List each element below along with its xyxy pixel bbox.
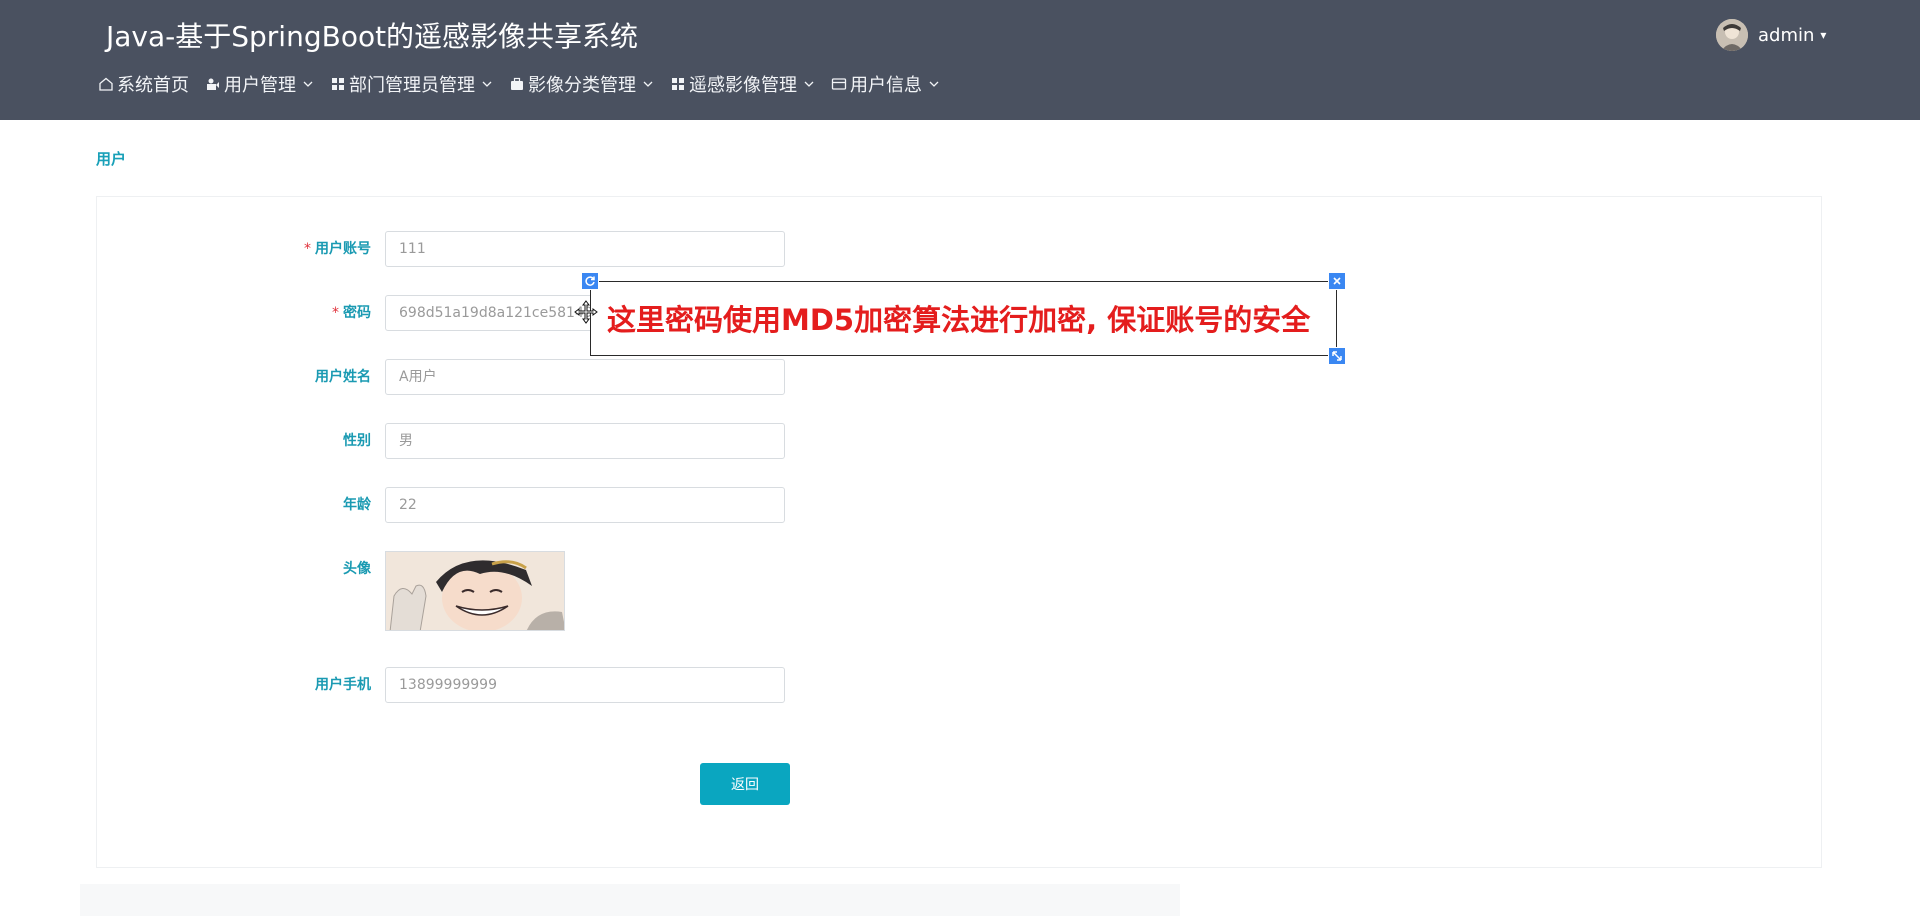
nav-item-label: 部门管理员管理 <box>349 75 475 96</box>
move-cursor-icon <box>574 300 598 324</box>
chevron-down-icon <box>482 81 492 87</box>
nav-item-label: 用户管理 <box>224 75 296 96</box>
card-icon <box>831 78 847 90</box>
field-label: 用户手机 <box>315 677 371 693</box>
field-label: 性别 <box>343 433 371 449</box>
main-nav: 系统首页 用户管理 部门管理员管理 影像分类管理 遥感影像管理 用户信息 <box>98 70 956 98</box>
briefcase-icon <box>511 77 523 90</box>
grid-icon <box>332 78 344 90</box>
caret-down-icon[interactable]: ▾ <box>1820 28 1826 42</box>
user-name[interactable]: admin <box>1758 25 1814 46</box>
nav-item-dept-admin-management[interactable]: 部门管理员管理 <box>330 71 493 97</box>
form-row-gender: 性别 男 <box>97 423 1821 459</box>
user-menu[interactable]: admin ▾ <box>1716 18 1826 52</box>
nav-item-user-management[interactable]: 用户管理 <box>205 71 314 97</box>
field-label: 用户姓名 <box>315 369 371 385</box>
resize-icon[interactable] <box>1328 347 1346 365</box>
nav-item-label: 遥感影像管理 <box>689 75 797 96</box>
annotation-textbox[interactable]: 这里密码使用MD5加密算法进行加密, 保证账号的安全 <box>581 272 1346 365</box>
nav-item-remote-image-management[interactable]: 遥感影像管理 <box>670 71 815 97</box>
form-row-account: * 用户账号 111 <box>97 231 1821 267</box>
account-field[interactable]: 111 <box>385 231 785 267</box>
field-label: * 用户账号 <box>304 241 371 257</box>
required-mark: * <box>332 305 339 321</box>
grid-icon <box>672 78 684 90</box>
form-row-phone: 用户手机 13899999999 <box>97 667 1821 703</box>
age-field[interactable]: 22 <box>385 487 785 523</box>
nav-item-user-info[interactable]: 用户信息 <box>831 71 940 97</box>
rotate-icon[interactable] <box>581 272 599 290</box>
back-button[interactable]: 返回 <box>700 763 790 805</box>
nav-item-home[interactable]: 系统首页 <box>98 71 189 97</box>
chevron-down-icon <box>804 81 814 87</box>
user-icon <box>207 78 219 90</box>
annotation-text[interactable]: 这里密码使用MD5加密算法进行加密, 保证账号的安全 <box>607 297 1310 339</box>
avatar[interactable] <box>1716 19 1748 51</box>
field-label: 头像 <box>343 561 371 577</box>
field-label: * 密码 <box>332 305 371 321</box>
nav-item-label: 系统首页 <box>117 75 189 96</box>
form-row-name: 用户姓名 A用户 <box>97 359 1821 395</box>
nav-item-label: 影像分类管理 <box>528 75 636 96</box>
chevron-down-icon <box>303 81 313 87</box>
gender-field[interactable]: 男 <box>385 423 785 459</box>
home-icon <box>99 77 113 91</box>
field-label: 年龄 <box>343 497 371 513</box>
form-row-age: 年龄 22 <box>97 487 1821 523</box>
chevron-down-icon <box>929 81 939 87</box>
chevron-down-icon <box>643 81 653 87</box>
top-header: Java-基于SpringBoot的遥感影像共享系统 admin ▾ 系统首页 <box>0 0 1920 120</box>
nav-item-label: 用户信息 <box>850 75 922 96</box>
name-field[interactable]: A用户 <box>385 359 785 395</box>
breadcrumb[interactable]: 用户 <box>96 148 126 169</box>
app-title: Java-基于SpringBoot的遥感影像共享系统 <box>106 20 639 53</box>
required-mark: * <box>304 241 311 257</box>
close-icon[interactable] <box>1328 272 1346 290</box>
avatar-image-preview[interactable] <box>385 551 565 631</box>
form-row-avatar: 头像 <box>97 551 1821 631</box>
phone-field[interactable]: 13899999999 <box>385 667 785 703</box>
nav-item-image-category-management[interactable]: 影像分类管理 <box>509 71 654 97</box>
footer-band <box>80 884 1180 916</box>
